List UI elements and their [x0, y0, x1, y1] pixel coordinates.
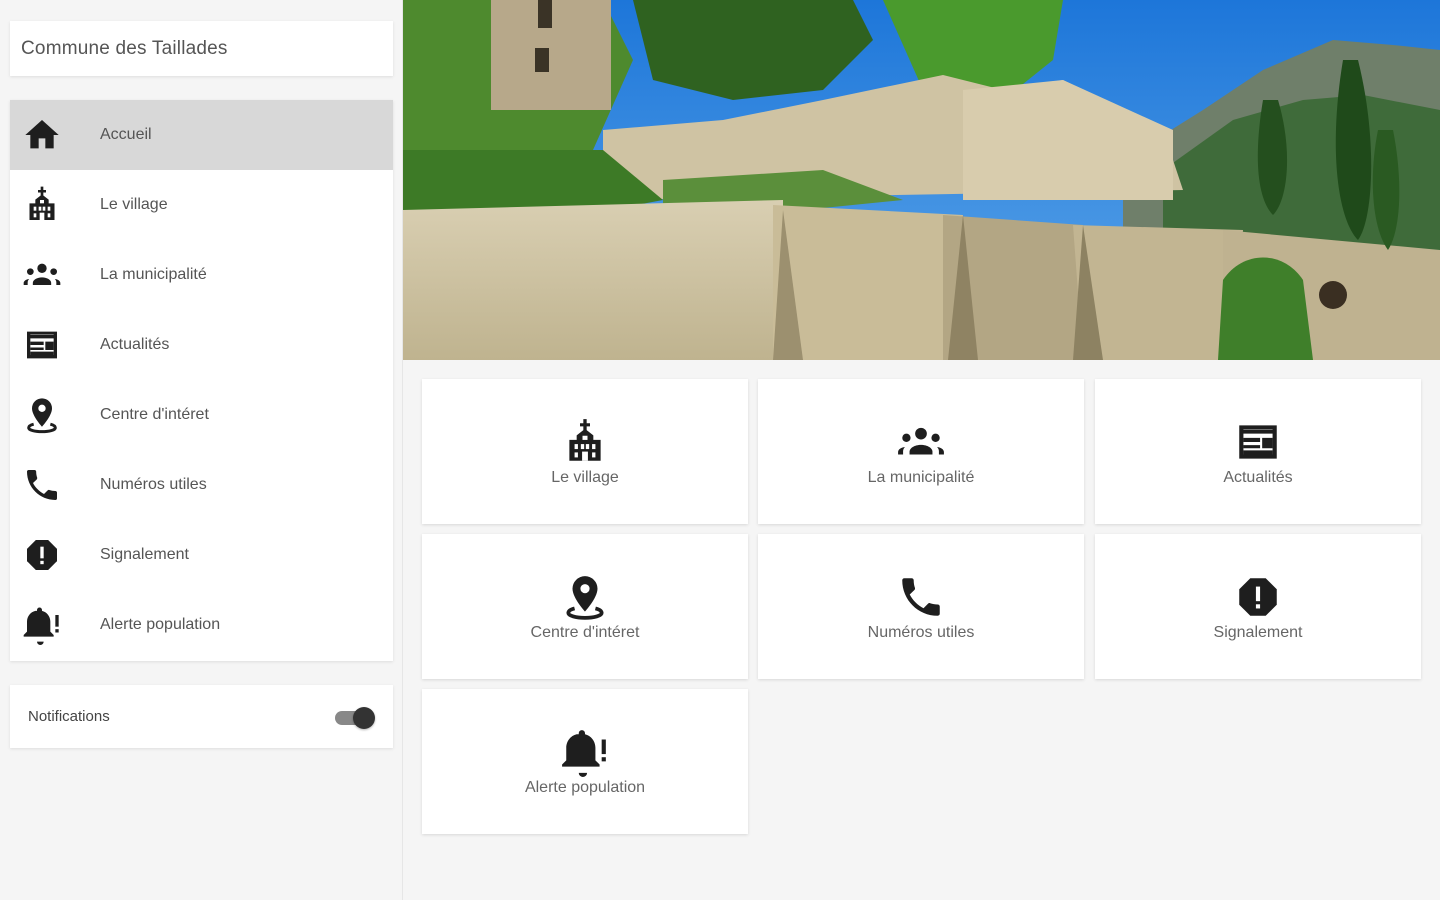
notifications-toggle[interactable] — [333, 706, 375, 729]
sidebar-item-alerte-population[interactable]: Alerte population — [10, 590, 393, 660]
sidebar-item-label: Le village — [100, 196, 168, 213]
phone-icon — [10, 450, 74, 520]
sidebar-item-label: Numéros utiles — [100, 476, 207, 493]
groups-icon — [896, 417, 946, 467]
phone-icon — [896, 572, 946, 622]
sidebar-item-la-municipalite[interactable]: La municipalité — [10, 240, 393, 310]
tile-actualites[interactable]: Actualités — [1095, 379, 1421, 524]
sidebar-item-numeros-utiles[interactable]: Numéros utiles — [10, 450, 393, 520]
tile-numeros-utiles[interactable]: Numéros utiles — [758, 534, 1084, 679]
church-icon — [10, 170, 74, 240]
tile-label: Actualités — [1223, 468, 1293, 486]
sidebar-item-accueil[interactable]: Accueil — [10, 100, 393, 170]
church-icon — [560, 417, 610, 467]
notifications-label: Notifications — [28, 708, 110, 725]
location-pin-icon — [560, 572, 610, 622]
app-title: Commune des Taillades — [10, 21, 393, 76]
tile-alerte-population[interactable]: Alerte population — [422, 689, 748, 834]
sidebar-item-label: Alerte population — [100, 616, 221, 633]
notifications-setting: Notifications — [10, 685, 393, 748]
tile-le-village[interactable]: Le village — [422, 379, 748, 524]
tile-label: Alerte population — [524, 778, 646, 796]
nav-menu: Accueil Le village La municipalité Actua… — [10, 100, 393, 661]
sidebar-item-actualites[interactable]: Actualités — [10, 310, 393, 380]
newspaper-icon — [1233, 417, 1283, 467]
alert-bell-icon — [10, 590, 74, 660]
newspaper-icon — [10, 310, 74, 380]
tile-la-municipalite[interactable]: La municipalité — [758, 379, 1084, 524]
sidebar-item-label: Accueil — [100, 126, 152, 143]
tile-label: Centre d'intéret — [530, 623, 640, 641]
location-pin-icon — [10, 380, 74, 450]
sidebar-item-label: Actualités — [100, 336, 170, 353]
report-icon — [1233, 572, 1283, 622]
report-icon — [10, 520, 74, 590]
tile-signalement[interactable]: Signalement — [1095, 534, 1421, 679]
sidebar-item-le-village[interactable]: Le village — [10, 170, 393, 240]
hero-image — [403, 0, 1440, 360]
sidebar-item-centre-interet[interactable]: Centre d'intéret — [10, 380, 393, 450]
tile-label: La municipalité — [867, 468, 975, 486]
sidebar-item-label: Centre d'intéret — [100, 406, 209, 423]
groups-icon — [10, 240, 74, 310]
sidebar-item-signalement[interactable]: Signalement — [10, 520, 393, 590]
alert-bell-icon — [560, 727, 610, 777]
tile-centre-interet[interactable]: Centre d'intéret — [422, 534, 748, 679]
navigation-drawer: Commune des Taillades Accueil Le village… — [0, 0, 403, 900]
tile-label: Le village — [551, 468, 619, 486]
sidebar-item-label: Signalement — [100, 546, 189, 563]
sidebar-item-label: La municipalité — [100, 266, 207, 283]
home-icon — [10, 100, 74, 170]
tile-label: Signalement — [1213, 623, 1303, 641]
tile-label: Numéros utiles — [867, 623, 975, 641]
toggle-thumb — [353, 706, 375, 729]
